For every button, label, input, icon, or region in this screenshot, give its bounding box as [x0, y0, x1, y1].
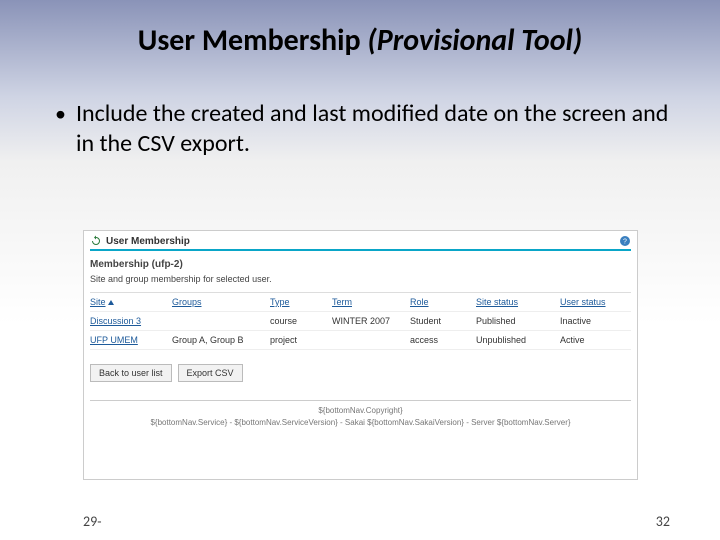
cell-site-status: Published	[476, 316, 560, 326]
cell-role: access	[410, 335, 476, 345]
col-type[interactable]: Type	[270, 297, 332, 307]
help-icon[interactable]: ?	[619, 235, 631, 247]
panel-header: User Membership ?	[84, 231, 637, 249]
refresh-icon[interactable]	[90, 235, 102, 247]
cell-site[interactable]: Discussion 3	[90, 316, 172, 326]
cell-user-status: Inactive	[560, 316, 622, 326]
col-groups[interactable]: Groups	[172, 297, 270, 307]
col-term[interactable]: Term	[332, 297, 410, 307]
footer-line-2: ${bottomNav.Service} - ${bottomNav.Servi…	[84, 417, 637, 429]
cell-groups: Group A, Group B	[172, 335, 270, 345]
panel-footer: ${bottomNav.Copyright} ${bottomNav.Servi…	[84, 405, 637, 429]
col-site-status[interactable]: Site status	[476, 297, 560, 307]
bullet-dot-icon: •	[55, 99, 66, 129]
cell-site-status: Unpublished	[476, 335, 560, 345]
slide-number: 32	[656, 513, 670, 530]
cell-user-status: Active	[560, 335, 622, 345]
back-button[interactable]: Back to user list	[90, 364, 172, 382]
cell-site[interactable]: UFP UMEM	[90, 335, 172, 345]
membership-table: Site Groups Type Term Role Site status U…	[90, 292, 631, 350]
divider	[90, 400, 631, 401]
table-row: Discussion 3 course WINTER 2007 Student …	[90, 312, 631, 331]
slide-title: User Membership (Provisional Tool)	[0, 0, 720, 59]
section-title: Membership (ufp-2)	[84, 251, 637, 272]
table-header-row: Site Groups Type Term Role Site status U…	[90, 293, 631, 312]
svg-text:?: ?	[623, 239, 627, 246]
footer-line-1: ${bottomNav.Copyright}	[84, 405, 637, 417]
slide-footer-left: 29-	[83, 513, 101, 530]
section-desc: Site and group membership for selected u…	[84, 272, 637, 288]
export-csv-button[interactable]: Export CSV	[178, 364, 243, 382]
button-row: Back to user list Export CSV	[90, 364, 631, 382]
title-italic: (Provisional Tool)	[367, 22, 582, 59]
bullet-item: • Include the created and last modified …	[55, 99, 670, 159]
title-main: User Membership	[138, 22, 368, 59]
cell-type: course	[270, 316, 332, 326]
panel-title: User Membership	[106, 236, 190, 247]
membership-panel: User Membership ? Membership (ufp-2) Sit…	[83, 230, 638, 480]
cell-term: WINTER 2007	[332, 316, 410, 326]
col-user-status[interactable]: User status	[560, 297, 622, 307]
cell-role: Student	[410, 316, 476, 326]
cell-type: project	[270, 335, 332, 345]
slide: User Membership (Provisional Tool) • Inc…	[0, 0, 720, 540]
table-row: UFP UMEM Group A, Group B project access…	[90, 331, 631, 350]
bullet-text: Include the created and last modified da…	[76, 99, 670, 159]
sort-asc-icon	[108, 300, 114, 305]
col-site[interactable]: Site	[90, 297, 172, 307]
col-role[interactable]: Role	[410, 297, 476, 307]
